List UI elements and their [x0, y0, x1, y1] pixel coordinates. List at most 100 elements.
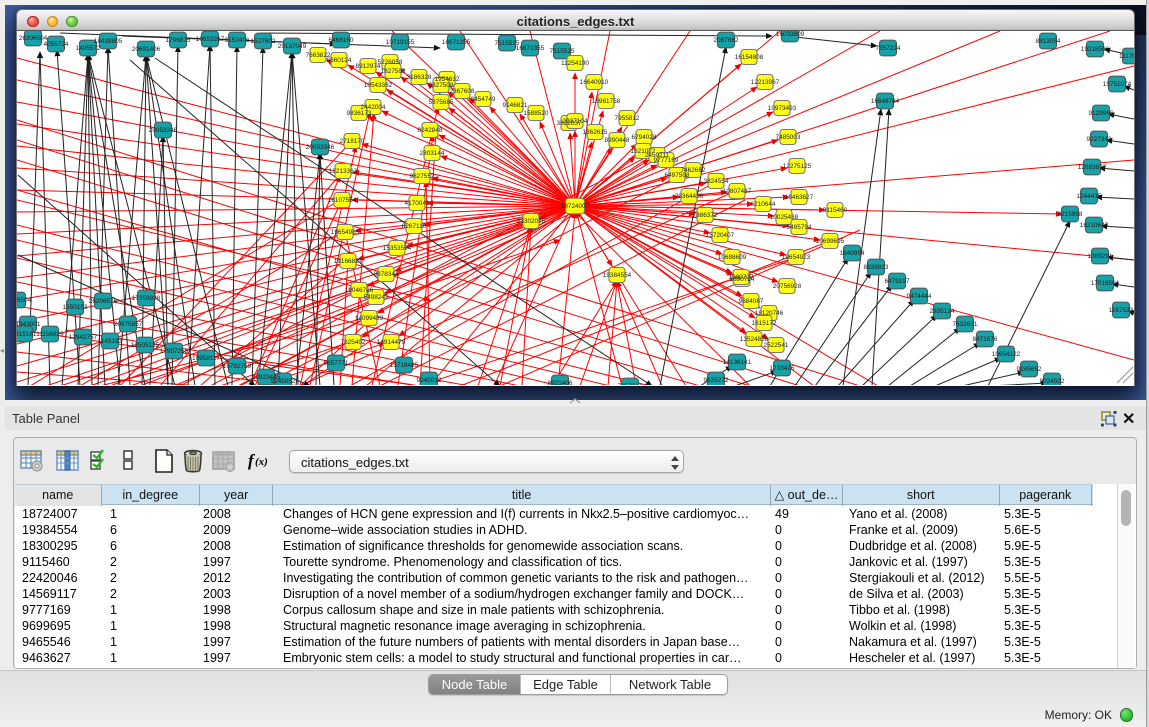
svg-text:18439805: 18439805	[94, 38, 123, 45]
svg-text:16961758: 16961758	[592, 98, 621, 105]
svg-text:1405572: 1405572	[76, 45, 101, 52]
svg-text:16671355: 16671355	[442, 39, 471, 46]
svg-text:6794028: 6794028	[632, 134, 657, 141]
svg-text:8267110: 8267110	[402, 223, 427, 230]
svg-text:7886372: 7886372	[693, 212, 718, 219]
svg-text:20691406: 20691406	[132, 46, 161, 53]
svg-text:1527602: 1527602	[251, 38, 276, 45]
svg-text:1167533: 1167533	[1109, 307, 1134, 314]
svg-text:3186328: 3186328	[407, 74, 432, 81]
svg-text:19384554: 19384554	[603, 272, 632, 279]
svg-text:9245012: 9245012	[417, 377, 442, 384]
svg-text:16154808: 16154808	[735, 54, 764, 61]
svg-text:1588520: 1588520	[524, 110, 549, 117]
svg-text:9227343: 9227343	[1087, 136, 1112, 143]
svg-text:20756928: 20756928	[773, 283, 802, 290]
svg-text:20975857: 20975857	[114, 321, 143, 328]
svg-text:9836173: 9836173	[347, 110, 372, 117]
svg-text:7515525: 7515525	[550, 48, 575, 55]
svg-text:12942757: 12942757	[69, 334, 98, 341]
svg-text:15716485: 15716485	[390, 362, 419, 369]
svg-text:19218506: 19218506	[1081, 46, 1110, 53]
svg-text:5875685: 5875685	[429, 99, 454, 106]
svg-text:16671355: 16671355	[516, 45, 545, 52]
svg-text:6466160: 6466160	[329, 37, 354, 44]
svg-text:16648784: 16648784	[871, 98, 900, 105]
svg-text:16033809: 16033809	[776, 31, 805, 38]
svg-text:9474444: 9474444	[907, 293, 932, 300]
svg-text:1640954: 1640954	[840, 250, 865, 257]
svg-text:10699695: 10699695	[816, 238, 845, 245]
svg-text:18724007: 18724007	[561, 203, 590, 210]
svg-text:1369291: 1369291	[1088, 253, 1113, 260]
svg-text:9777169: 9777169	[654, 157, 679, 164]
svg-text:10025438: 10025438	[770, 214, 799, 221]
svg-text:9684067: 9684067	[739, 298, 764, 305]
svg-text:9152406: 9152406	[225, 37, 250, 44]
svg-text:5226058: 5226058	[378, 59, 403, 66]
svg-text:20053346: 20053346	[149, 127, 178, 134]
svg-text:9827552: 9827552	[410, 173, 435, 180]
svg-text:20137049: 20137049	[278, 43, 307, 50]
svg-text:(x): (x)	[255, 456, 268, 468]
svg-text:7357224: 7357224	[618, 383, 643, 385]
svg-text:19166827: 19166827	[334, 258, 363, 265]
svg-text:1550153: 1550153	[63, 304, 88, 311]
svg-text:10046786: 10046786	[345, 287, 374, 294]
svg-text:9115460: 9115460	[823, 207, 848, 214]
svg-text:12505135: 12505135	[131, 342, 160, 349]
svg-text:6497508: 6497508	[665, 172, 690, 179]
svg-text:7632621: 7632621	[953, 321, 978, 328]
svg-text:3824554: 3824554	[704, 178, 729, 185]
svg-text:17016504: 17016504	[1091, 280, 1120, 287]
svg-text:15353594: 15353594	[383, 245, 412, 252]
svg-text:8215958: 8215958	[1058, 211, 1083, 218]
svg-text:1943001: 1943001	[17, 321, 41, 328]
svg-text:14099489: 14099489	[355, 315, 384, 322]
svg-text:8878344: 8878344	[374, 271, 399, 278]
svg-text:19654985: 19654985	[331, 229, 360, 236]
svg-text:23302075: 23302075	[517, 218, 546, 225]
svg-text:8813054: 8813054	[1036, 38, 1061, 45]
svg-text:10958117: 10958117	[192, 355, 220, 362]
svg-text:2087662: 2087662	[714, 37, 739, 44]
svg-text:12093872: 12093872	[1078, 164, 1107, 171]
svg-text:11156829: 11156829	[36, 331, 64, 338]
svg-text:15720407: 15720407	[706, 232, 735, 239]
svg-text:20364436: 20364436	[675, 193, 704, 200]
svg-text:15751074: 15751074	[1103, 81, 1132, 88]
svg-text:9657771: 9657771	[324, 360, 349, 367]
svg-text:1145193: 1145193	[98, 338, 123, 345]
svg-text:8921406: 8921406	[548, 380, 573, 385]
svg-text:16914479: 16914479	[377, 339, 406, 346]
svg-text:7357224: 7357224	[876, 45, 901, 52]
svg-text:9129966: 9129966	[1089, 110, 1114, 117]
svg-text:17957255: 17957255	[160, 348, 189, 355]
svg-text:9024502: 9024502	[1040, 378, 1065, 385]
svg-text:16640910: 16640910	[580, 79, 609, 86]
svg-text:16107554: 16107554	[328, 197, 357, 204]
svg-text:4055724: 4055724	[44, 41, 69, 48]
svg-text:3915181: 3915181	[17, 331, 37, 338]
svg-text:9245652: 9245652	[1017, 366, 1042, 373]
svg-text:19654923: 19654923	[782, 254, 811, 261]
svg-text:4170041: 4170041	[405, 200, 430, 207]
svg-text:5495794: 5495794	[787, 224, 812, 231]
svg-text:9635272: 9635272	[704, 377, 729, 384]
svg-text:26206576: 26206576	[89, 298, 118, 305]
svg-text:9146821: 9146821	[503, 102, 528, 109]
svg-text:8471676: 8471676	[973, 336, 998, 343]
svg-text:16210643: 16210643	[1080, 222, 1109, 229]
svg-text:1244415: 1244415	[1077, 193, 1102, 200]
svg-text:12213967: 12213967	[751, 79, 780, 86]
svg-text:1796875: 1796875	[166, 37, 191, 44]
svg-text:8938923: 8938923	[864, 264, 889, 271]
svg-text:1880727: 1880727	[729, 274, 754, 281]
svg-text:18463627: 18463627	[785, 194, 814, 201]
svg-text:1117042: 1117042	[1119, 53, 1135, 60]
svg-text:2522541: 2522541	[764, 342, 789, 349]
svg-text:10653267: 10653267	[196, 36, 225, 43]
svg-text:17359928: 17359928	[132, 295, 161, 302]
svg-text:6210644: 6210644	[751, 201, 776, 208]
svg-text:7955812: 7955812	[615, 115, 640, 122]
